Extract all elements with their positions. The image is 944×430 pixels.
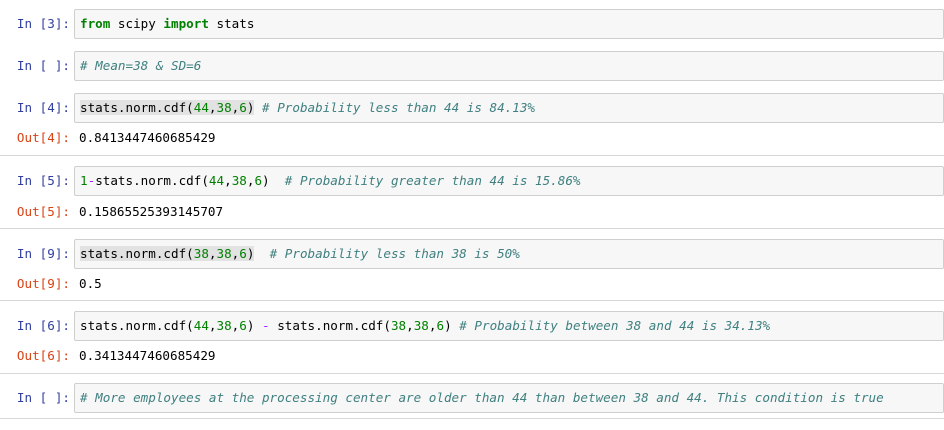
cell-divider (0, 418, 944, 419)
code-token: stats.norm.cdf( (80, 318, 194, 333)
code-token: , (224, 173, 232, 188)
code-token: stats.norm.cdf( (80, 246, 194, 261)
code-token: 6 (239, 246, 247, 261)
output-prompt: Out[9]: (16, 276, 70, 291)
code-line[interactable]: from scipy import stats (80, 16, 254, 31)
code-token: from (80, 16, 111, 31)
code-line[interactable]: stats.norm.cdf(38,38,6) # Probability le… (80, 246, 520, 261)
code-token: 6 (436, 318, 445, 333)
output-prompt: Out[4]: (16, 130, 70, 145)
output-prompt: Out[6]: (16, 348, 70, 363)
code-token: 38 (413, 318, 429, 333)
cell-divider (0, 373, 944, 374)
code-token: stats.norm.cdf( (80, 100, 194, 115)
code-line[interactable]: stats.norm.cdf(44,38,6) # Probability le… (80, 100, 535, 115)
code-cell[interactable]: stats.norm.cdf(38,38,6) # Probability le… (74, 239, 944, 269)
code-token: ) (444, 318, 460, 333)
output-text: 0.3413447460685429 (79, 348, 216, 363)
code-token: # Probability less than 38 is 50% (269, 246, 520, 261)
code-token: 6 (239, 318, 247, 333)
input-prompt: In [9]: (16, 246, 70, 261)
code-token: 38 (216, 318, 232, 333)
code-token: 38 (390, 318, 407, 333)
cell-divider (0, 300, 944, 301)
output-prompt: Out[5]: (16, 204, 70, 219)
code-token: 44 (193, 318, 209, 333)
code-token: stats.norm.cdf( (95, 173, 209, 188)
code-line[interactable]: stats.norm.cdf(44,38,6) - stats.norm.cdf… (80, 318, 770, 333)
code-token: 44 (193, 100, 209, 115)
code-token: # More employees at the processing cente… (80, 390, 884, 405)
code-token: # Probability greater than 44 is 15.86% (284, 173, 581, 188)
output-text: 0.15865525393145707 (79, 204, 224, 219)
code-token: 6 (254, 173, 263, 188)
code-token: import (163, 16, 209, 31)
code-token: # Probability less than 44 is 84.13% (262, 100, 536, 115)
code-cell[interactable]: stats.norm.cdf(44,38,6) - stats.norm.cdf… (74, 311, 944, 341)
code-token: 44 (208, 173, 225, 188)
input-prompt: In [ ]: (16, 390, 70, 405)
input-prompt: In [3]: (16, 16, 70, 31)
code-token: 38 (216, 246, 232, 261)
code-token: 38 (231, 173, 247, 188)
code-cell[interactable]: # More employees at the processing cente… (74, 383, 944, 413)
code-line[interactable]: 1-stats.norm.cdf(44,38,6) # Probability … (80, 173, 581, 188)
input-prompt: In [ ]: (16, 58, 70, 73)
code-token: # Probability between 38 and 44 is 34.13… (459, 318, 771, 333)
code-token: 6 (239, 100, 247, 115)
code-cell[interactable]: from scipy import stats (74, 9, 944, 39)
code-cell[interactable]: # Mean=38 & SD=6 (74, 51, 944, 81)
code-token: ) (262, 173, 285, 188)
code-token: , (406, 318, 414, 333)
code-token: 1 (80, 173, 88, 188)
output-text: 0.5 (79, 276, 102, 291)
code-line[interactable]: # More employees at the processing cente… (80, 390, 884, 405)
code-token: stats (208, 16, 255, 31)
code-token: 38 (193, 246, 209, 261)
code-token: # Mean=38 & SD=6 (80, 58, 202, 73)
input-prompt: In [4]: (16, 100, 70, 115)
cell-divider (0, 228, 944, 229)
input-prompt: In [6]: (16, 318, 70, 333)
input-prompt: In [5]: (16, 173, 70, 188)
code-line[interactable]: # Mean=38 & SD=6 (80, 58, 201, 73)
code-token: - (262, 318, 270, 333)
code-token: , (208, 100, 217, 115)
code-cell[interactable]: 1-stats.norm.cdf(44,38,6) # Probability … (74, 166, 944, 196)
code-cell[interactable]: stats.norm.cdf(44,38,6) # Probability le… (74, 93, 944, 123)
code-token: , (208, 246, 217, 261)
code-token: , (208, 318, 217, 333)
output-text: 0.8413447460685429 (79, 130, 216, 145)
code-token: scipy (110, 16, 164, 31)
code-token: ) (246, 318, 263, 333)
code-token: stats.norm.cdf( (269, 318, 391, 333)
code-token: 38 (216, 100, 232, 115)
cell-divider (0, 155, 944, 156)
